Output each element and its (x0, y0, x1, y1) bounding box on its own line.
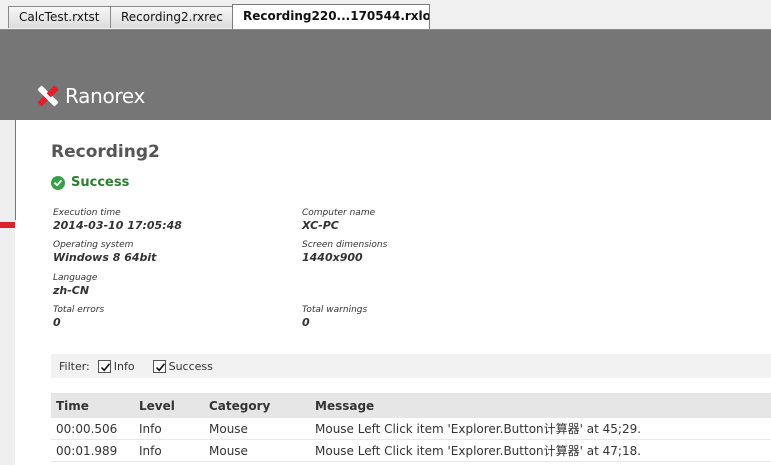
tab-recording-log[interactable]: Recording220...170544.rxlog (232, 4, 430, 29)
field-label: Execution time (53, 208, 121, 218)
field-value: Windows 8 64bit (53, 251, 157, 264)
report-status: Success (51, 175, 129, 190)
filter-label: Filter: (59, 359, 90, 373)
operating-system-field: Operating system Windows 8 64bit (53, 240, 156, 264)
left-margin (0, 120, 15, 465)
field-value: 0 (53, 316, 61, 329)
column-header-category[interactable]: Category (209, 399, 315, 413)
cell-time: 00:01.989 (56, 443, 118, 458)
field-label: Operating system (53, 240, 134, 250)
field-label: Screen dimensions (302, 240, 388, 250)
table-row[interactable]: 00:01.989 Info Mouse Mouse Left Click it… (51, 440, 771, 462)
field-label: Total errors (53, 305, 105, 315)
table-header: Time Level Category Message (51, 393, 771, 418)
tab-label: Recording2.rxrec (121, 10, 223, 24)
red-accent-bar (0, 222, 15, 228)
filter-option-label: Success (168, 359, 213, 373)
cell-category: Mouse (209, 443, 248, 458)
column-header-message[interactable]: Message (315, 399, 771, 413)
cell-category: Mouse (209, 421, 248, 436)
total-warnings-field: Total warnings 0 (302, 305, 367, 329)
tab-label: Recording220...170544.rxlog (243, 9, 430, 23)
field-value: 0 (302, 316, 310, 329)
filter-success-checkbox[interactable]: Success (152, 359, 213, 373)
status-text: Success (71, 175, 130, 190)
document-tab-strip: CalcTest.rxtst Recording2.rxrec Recordin… (0, 0, 771, 30)
screen-dimensions-field: Screen dimensions 1440x900 (302, 240, 387, 264)
field-label: Total warnings (302, 305, 368, 315)
cell-level: Info (139, 421, 162, 436)
language-field: Language zh-CN (53, 273, 97, 297)
tab-recording2[interactable]: Recording2.rxrec (110, 6, 234, 28)
tab-calctest[interactable]: CalcTest.rxtst (8, 6, 112, 28)
field-label: Language (53, 273, 98, 283)
report-card: Recording2 Success Execution time 2014-0… (16, 120, 771, 465)
logo-text: Ranorex (65, 84, 146, 108)
checkbox-checked-icon[interactable] (97, 359, 111, 373)
cell-message: Mouse Left Click item 'Explorer.Button计算… (315, 444, 642, 458)
cell-message: Mouse Left Click item 'Explorer.Button计算… (315, 422, 642, 436)
filter-bar: Filter: Info Success (51, 354, 771, 378)
field-value: zh-CN (53, 284, 90, 297)
ranorex-logo: Ranorex (34, 82, 145, 110)
table-row[interactable]: 00:00.506 Info Mouse Mouse Left Click it… (51, 418, 771, 440)
cell-time: 00:00.506 (56, 421, 118, 436)
total-errors-field: Total errors 0 (53, 305, 104, 329)
field-value: 1440x900 (302, 251, 363, 264)
field-value: XC-PC (302, 219, 339, 232)
filter-option-label: Info (113, 359, 135, 373)
filter-info-checkbox[interactable]: Info (97, 359, 135, 373)
computer-name-field: Computer name XC-PC (302, 208, 375, 232)
field-label: Computer name (302, 208, 376, 218)
check-circle-icon (51, 175, 65, 190)
execution-time-field: Execution time 2014-03-10 17:05:48 (53, 208, 182, 232)
report-title: Recording2 (51, 142, 160, 162)
column-header-level[interactable]: Level (139, 399, 209, 413)
ranorex-logo-icon (37, 85, 59, 107)
column-header-time[interactable]: Time (51, 399, 139, 413)
field-value: 2014-03-10 17:05:48 (53, 219, 182, 232)
tab-label: CalcTest.rxtst (19, 10, 100, 24)
checkbox-checked-icon[interactable] (152, 359, 166, 373)
log-table: Time Level Category Message 00:00.506 In… (51, 393, 771, 462)
cell-level: Info (139, 443, 162, 458)
